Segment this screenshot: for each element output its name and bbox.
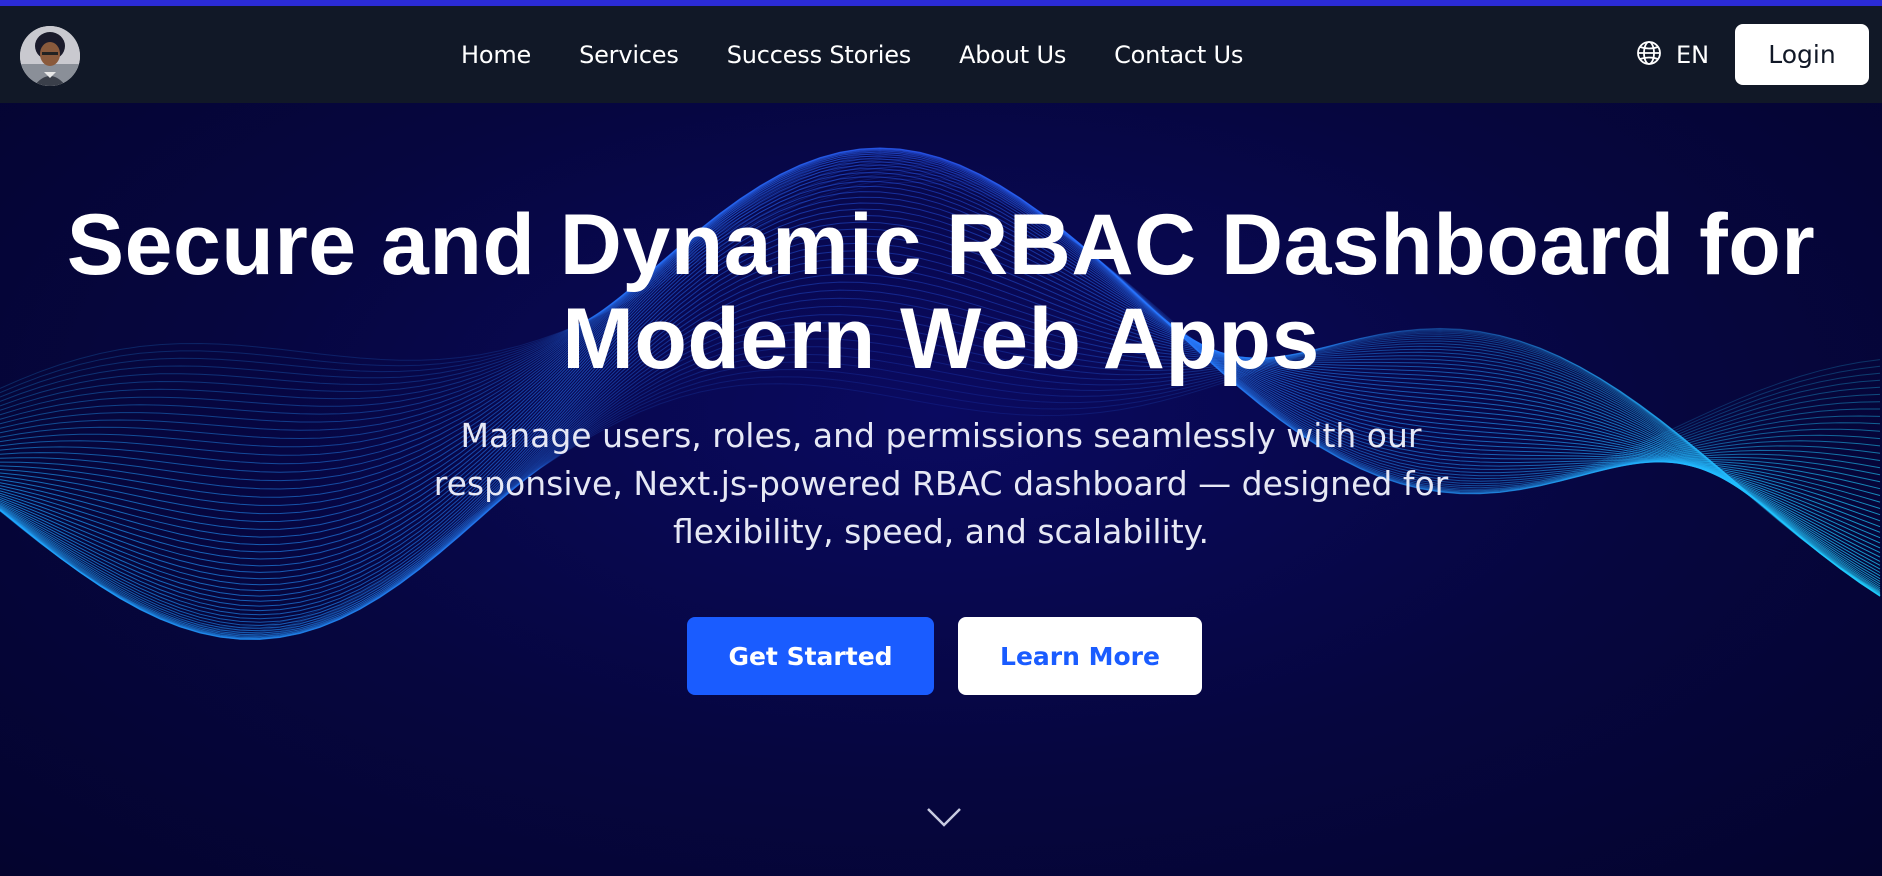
hero-title-line-2: Modern Web Apps <box>562 291 1320 387</box>
nav-contact-us[interactable]: Contact Us <box>1114 41 1243 69</box>
hero-title-line-1: Secure and Dynamic RBAC Dashboard for <box>66 197 1816 293</box>
nav-services[interactable]: Services <box>579 41 679 69</box>
hero-subtitle-line-1: Manage users, roles, and permissions sea… <box>460 416 1422 455</box>
avatar[interactable] <box>20 26 80 86</box>
hero-title: Secure and Dynamic RBAC Dashboard for Mo… <box>0 198 1882 386</box>
cta-group: Get Started Learn More <box>687 617 1202 695</box>
hero-subtitle: Manage users, roles, and permissions sea… <box>400 412 1482 556</box>
login-button[interactable]: Login <box>1735 24 1869 85</box>
chevron-down-icon <box>927 808 961 827</box>
language-code: EN <box>1676 40 1710 69</box>
nav-about-us[interactable]: About Us <box>959 41 1066 69</box>
language-switcher[interactable]: EN <box>1636 6 1709 103</box>
scroll-down-chevron[interactable] <box>924 803 964 831</box>
hero-subtitle-line-3: flexibility, speed, and scalability. <box>672 512 1209 551</box>
globe-icon <box>1636 40 1662 70</box>
nav-home[interactable]: Home <box>461 41 531 69</box>
hero-subtitle-line-2: responsive, Next.js-powered RBAC dashboa… <box>433 464 1449 503</box>
get-started-button[interactable]: Get Started <box>687 617 934 695</box>
learn-more-button[interactable]: Learn More <box>958 617 1202 695</box>
hero-section: Secure and Dynamic RBAC Dashboard for Mo… <box>0 103 1882 876</box>
nav-success-stories[interactable]: Success Stories <box>727 41 912 69</box>
main-nav: Home Services Success Stories About Us C… <box>461 6 1243 103</box>
navbar: Home Services Success Stories About Us C… <box>0 6 1882 103</box>
